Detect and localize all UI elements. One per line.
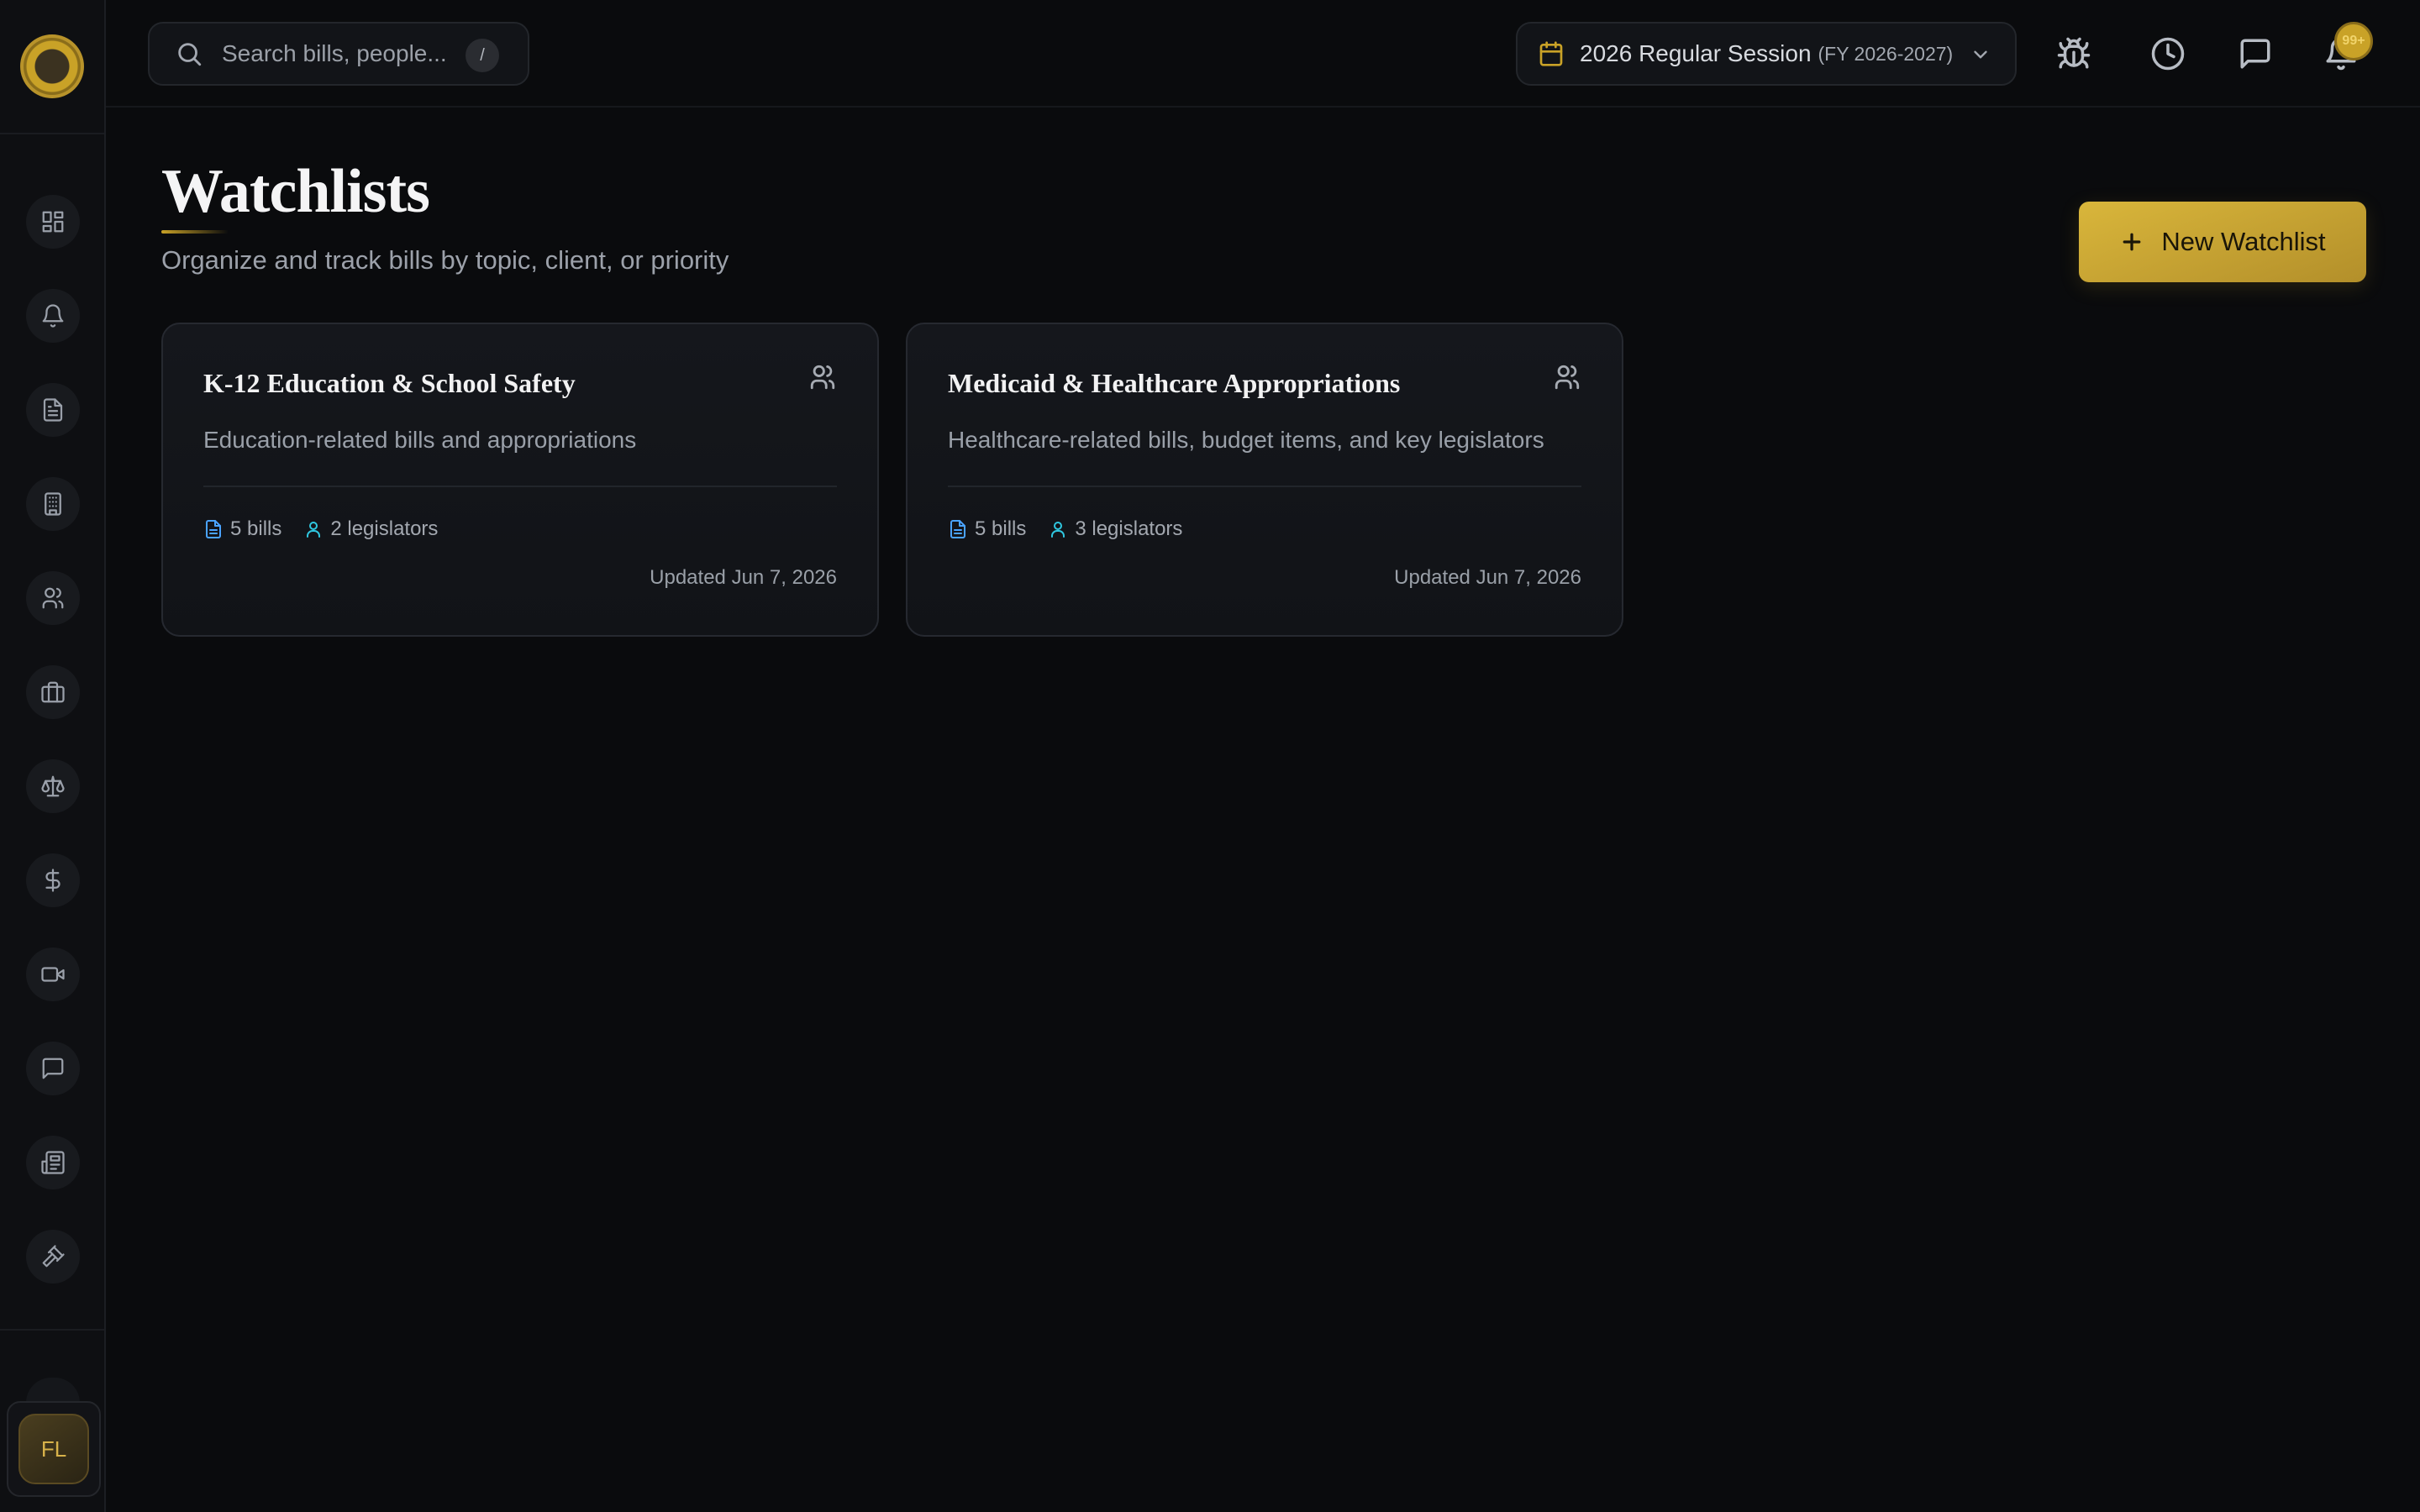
- legislators-count-label: 3 legislators: [1075, 517, 1183, 540]
- bills-count-label: 5 bills: [975, 517, 1027, 540]
- calendar-icon: [1538, 40, 1565, 67]
- watchlist-description: Education-related bills and appropriatio…: [203, 427, 637, 453]
- avatar: FL: [18, 1414, 89, 1484]
- sidebar-item-messages[interactable]: [26, 1042, 80, 1095]
- bug-icon: [2057, 37, 2091, 69]
- newspaper-icon: [41, 1151, 65, 1174]
- history-button[interactable]: [2143, 29, 2193, 79]
- watchlist-card[interactable]: K-12 Education & School Safety Education…: [161, 323, 879, 637]
- sidebar-item-dashboard[interactable]: [26, 195, 80, 249]
- user-menu[interactable]: FL: [7, 1401, 101, 1497]
- user-icon: [307, 522, 321, 538]
- legislators-count: 3 legislators: [1048, 517, 1182, 541]
- page-title: Watchlists: [161, 157, 430, 226]
- new-watchlist-button[interactable]: New Watchlist: [2079, 202, 2366, 282]
- sidebar-item-committees[interactable]: [26, 477, 80, 531]
- sidebar-item-alerts[interactable]: [26, 289, 80, 343]
- chevron-down-icon: [1970, 44, 1991, 66]
- dollar-icon: [45, 869, 60, 892]
- plus-icon: [2123, 233, 2141, 251]
- legislators-count-label: 2 legislators: [330, 517, 439, 540]
- new-watchlist-label: New Watchlist: [2161, 227, 2326, 256]
- users-icon: [42, 587, 64, 609]
- shared-users-icon[interactable]: [1553, 363, 1581, 391]
- logo-area[interactable]: [0, 0, 104, 134]
- sidebar-item-people[interactable]: [26, 571, 80, 625]
- page-subtitle: Organize and track bills by topic, clien…: [161, 245, 729, 275]
- bills-count: 5 bills: [203, 517, 281, 541]
- search-shortcut-badge: /: [466, 39, 499, 72]
- scale-icon: [41, 775, 65, 797]
- messages-button[interactable]: [2230, 29, 2281, 79]
- watchlist-title: Medicaid & Healthcare Appropriations: [948, 368, 1401, 398]
- session-fiscal-year: (FY 2026-2027): [1818, 42, 1954, 65]
- message-icon: [42, 1058, 64, 1079]
- watchlist-stats: 5 bills 3 legislators: [948, 517, 1182, 541]
- watchlist-title: K-12 Education & School Safety: [203, 368, 576, 398]
- legislators-count: 2 legislators: [303, 517, 438, 541]
- bell-icon: [42, 304, 64, 328]
- watchlist-description: Healthcare-related bills, budget items, …: [948, 427, 1544, 453]
- sidebar-item-video[interactable]: [26, 948, 80, 1001]
- sidebar-item-partial[interactable]: [26, 1378, 80, 1403]
- watchlist-card[interactable]: Medicaid & Healthcare Appropriations Hea…: [906, 323, 1623, 637]
- sidebar-item-clients[interactable]: [26, 665, 80, 719]
- clock-icon: [2151, 37, 2185, 71]
- search-input[interactable]: [222, 40, 457, 67]
- document-icon: [950, 520, 965, 538]
- video-icon: [41, 967, 65, 982]
- bills-count: 5 bills: [948, 517, 1026, 541]
- gavel-icon: [42, 1245, 65, 1268]
- app-logo: [20, 34, 84, 98]
- title-underline: [161, 230, 229, 234]
- notification-count-badge: 99+: [2334, 22, 2373, 60]
- watchlist-updated: Updated Jun 7, 2026: [650, 566, 837, 589]
- building-icon: [45, 492, 61, 516]
- card-divider: [203, 486, 837, 487]
- message-icon: [2240, 39, 2270, 69]
- user-icon: [1051, 522, 1065, 538]
- dashboard-icon: [42, 211, 64, 233]
- report-bug-button[interactable]: [2049, 29, 2099, 79]
- search-box[interactable]: /: [148, 22, 529, 86]
- watchlist-stats: 5 bills 2 legislators: [203, 517, 438, 541]
- sidebar: FL: [0, 0, 106, 1512]
- shared-users-icon[interactable]: [808, 363, 837, 391]
- card-divider: [948, 486, 1581, 487]
- briefcase-icon: [41, 681, 65, 703]
- session-name: 2026 Regular Session: [1580, 40, 1812, 66]
- sidebar-divider: [0, 1329, 104, 1331]
- session-selector[interactable]: 2026 Regular Session (FY 2026-2027): [1516, 22, 2017, 86]
- sidebar-item-bills[interactable]: [26, 383, 80, 437]
- sidebar-item-news[interactable]: [26, 1136, 80, 1189]
- bills-count-label: 5 bills: [230, 517, 282, 540]
- sidebar-item-finance[interactable]: [26, 853, 80, 907]
- search-icon: [178, 43, 202, 66]
- app-root: FL / 2026 Regular Session (FY 2026-2027): [0, 0, 2420, 1512]
- document-icon: [43, 398, 63, 422]
- document-icon: [206, 520, 221, 538]
- sidebar-item-legal[interactable]: [26, 759, 80, 813]
- topbar: / 2026 Regular Session (FY 2026-2027): [106, 0, 2420, 108]
- sidebar-item-hearings[interactable]: [26, 1230, 80, 1284]
- watchlist-updated: Updated Jun 7, 2026: [1394, 566, 1581, 589]
